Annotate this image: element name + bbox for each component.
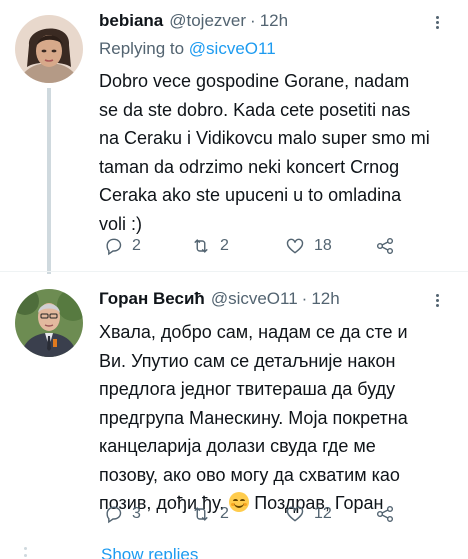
reply-icon bbox=[106, 506, 122, 524]
retweet-button[interactable]: 2 bbox=[191, 504, 229, 524]
show-replies-link[interactable]: Show replies bbox=[101, 543, 198, 559]
tweet-text: Dobro vece gospodine Gorane, nadam se da… bbox=[99, 71, 430, 234]
separator: · bbox=[301, 289, 308, 308]
tweet[interactable]: bebiana @tojezver · 12h Replying to @sic… bbox=[0, 0, 468, 274]
retweet-count: 2 bbox=[220, 237, 229, 254]
replying-to-label: Replying to bbox=[99, 39, 185, 58]
retweet-count: 2 bbox=[220, 505, 229, 522]
replying-to-handle[interactable]: @sicveO11 bbox=[189, 39, 276, 58]
timestamp[interactable]: 12h bbox=[260, 9, 288, 33]
avatar[interactable] bbox=[15, 15, 83, 83]
retweet-icon bbox=[194, 239, 208, 253]
tweet-actions: 2 2 18 bbox=[99, 231, 409, 261]
display-name[interactable]: bebiana bbox=[99, 9, 163, 33]
like-button[interactable]: 18 bbox=[285, 236, 332, 256]
retweet-button[interactable]: 2 bbox=[191, 236, 229, 256]
tweet-content: bebiana @tojezver · 12h Replying to @sic… bbox=[99, 9, 454, 238]
more-icon[interactable] bbox=[428, 291, 446, 309]
like-count: 18 bbox=[314, 237, 332, 254]
user-handle[interactable]: @tojezver bbox=[169, 9, 246, 33]
more-icon[interactable] bbox=[428, 13, 446, 31]
reply-button[interactable]: 2 bbox=[103, 236, 141, 256]
timestamp[interactable]: 12h bbox=[311, 287, 339, 311]
reply-count: 2 bbox=[132, 237, 141, 254]
tweet-actions: 3 2 12 bbox=[99, 499, 409, 529]
tweet-text: Хвала, добро сам, надам се да сте и Ви. … bbox=[99, 318, 454, 518]
retweet-icon bbox=[194, 507, 208, 521]
like-icon bbox=[286, 506, 304, 522]
share-icon bbox=[376, 505, 394, 523]
thread-more-dots bbox=[24, 545, 27, 559]
like-button[interactable]: 12 bbox=[285, 504, 332, 524]
share-button[interactable] bbox=[375, 236, 395, 256]
avatar[interactable] bbox=[15, 289, 83, 357]
replying-to: Replying to @sicveO11 bbox=[99, 37, 454, 61]
tweet-content: Горан Весић @sicveO11 · 12h Хвала, добро… bbox=[99, 287, 454, 518]
share-button[interactable] bbox=[375, 504, 395, 524]
reply-count: 3 bbox=[132, 505, 141, 522]
thread-line bbox=[47, 88, 51, 274]
reply-icon bbox=[106, 238, 122, 256]
like-count: 12 bbox=[314, 505, 332, 522]
reply-button[interactable]: 3 bbox=[103, 504, 141, 524]
tweet-text-main: Хвала, добро сам, надам се да сте и Ви. … bbox=[99, 322, 408, 513]
separator: · bbox=[250, 11, 256, 30]
user-handle[interactable]: @sicveO11 bbox=[211, 287, 298, 311]
tweet-header: Горан Весић @sicveO11 · 12h bbox=[99, 287, 454, 313]
like-icon bbox=[286, 238, 304, 254]
share-icon bbox=[376, 237, 394, 255]
tweet-header: bebiana @tojezver · 12h bbox=[99, 9, 454, 35]
tweet[interactable]: Горан Весић @sicveO11 · 12h Хвала, добро… bbox=[0, 272, 468, 542]
display-name[interactable]: Горан Весић bbox=[99, 287, 205, 311]
